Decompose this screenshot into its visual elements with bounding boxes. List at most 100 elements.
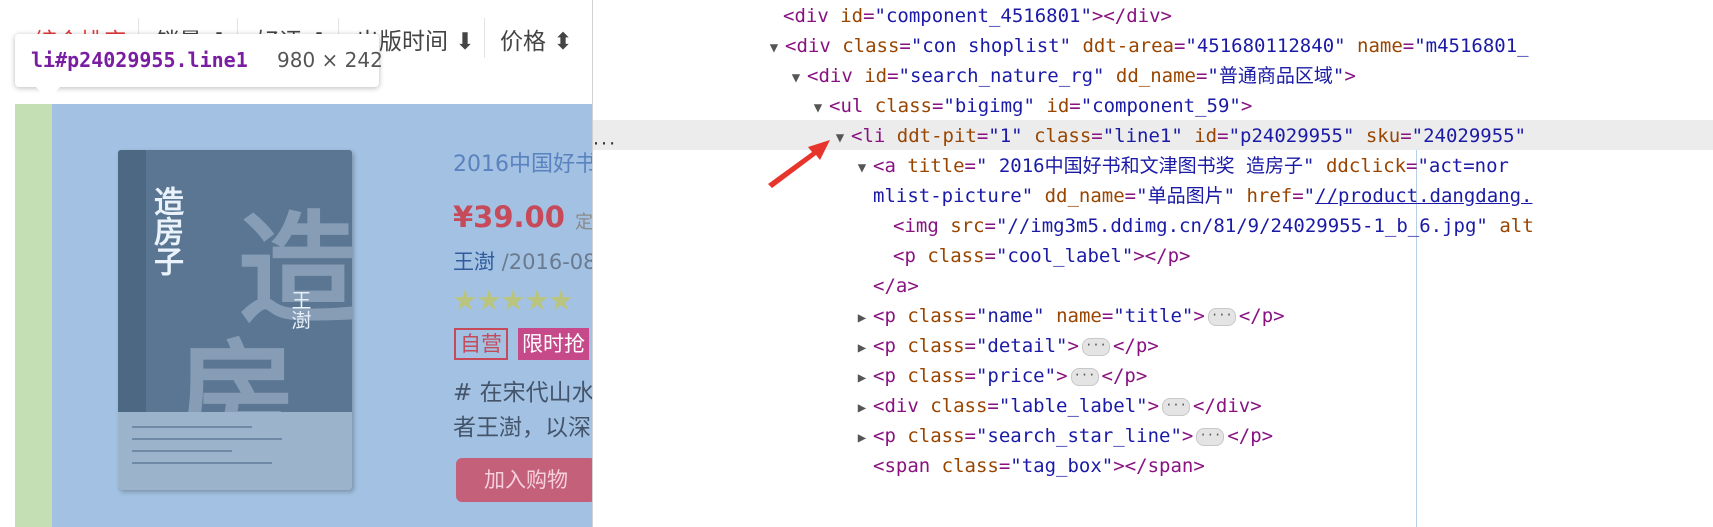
dom-token: ></div> [1091, 5, 1172, 27]
dom-token: = [1400, 125, 1412, 147]
collapsed-content-icon[interactable]: ··· [1162, 397, 1191, 416]
dom-token: <div [783, 5, 841, 27]
dom-token: <li [851, 125, 897, 147]
dom-node-line[interactable]: <div id="component_4516801"></div> [783, 1, 1172, 31]
dom-token: > [1181, 425, 1194, 447]
dom-token: class [907, 305, 965, 327]
dom-token: = [1195, 65, 1208, 87]
dom-token: ></p> [1133, 245, 1191, 267]
dom-token: = [1069, 95, 1081, 117]
dom-token: > [1056, 365, 1068, 387]
dom-token: <div [807, 65, 865, 87]
author-link[interactable]: 王澍 [453, 250, 495, 274]
dom-token: id [1046, 95, 1070, 117]
collapse-triangle-icon[interactable]: ▶ [851, 423, 873, 453]
dom-token: "title" [1113, 305, 1194, 327]
dom-token: "cool_label" [995, 245, 1134, 267]
arrow-down-icon: ⬇ [455, 29, 475, 55]
dom-token: id [864, 65, 888, 87]
dom-token: "name" [975, 305, 1057, 327]
dom-node-line[interactable]: ▼ <div id="search_nature_rg" dd_name="普通商… [785, 61, 1356, 91]
collapse-triangle-icon[interactable]: ▶ [851, 393, 873, 423]
dom-token: title [907, 155, 965, 177]
collapse-triangle-icon[interactable]: ▶ [851, 363, 873, 393]
dom-token: href [1246, 185, 1293, 207]
dom-token: = [931, 95, 944, 117]
dom-token: </p> [1227, 425, 1274, 447]
dom-node-line[interactable]: <span class="tag_box"></span> [873, 451, 1205, 481]
book-cover-image[interactable]: 造房子 王澍 造 房 [118, 150, 352, 490]
dom-token: "line1" [1102, 125, 1195, 147]
dom-node-line[interactable]: mlist-picture" dd_name="单品图片" href="//pr… [873, 181, 1532, 211]
dom-node-line[interactable]: ▶ <p class="price"> ··· </p> [851, 361, 1148, 393]
dom-token: id [840, 5, 864, 27]
dom-token: sku [1365, 125, 1401, 147]
dom-token: "lable_label" [998, 395, 1148, 417]
product-title[interactable]: 2016中国好书 [453, 146, 592, 178]
collapse-triangle-icon[interactable]: ▶ [851, 303, 873, 333]
dom-token: ddt-area [1082, 35, 1174, 57]
dom-token: "单品图片" [1136, 185, 1247, 207]
dom-token: "//img3m5.ddimg.cn/81/9/24029955-1_b_6.j… [995, 215, 1500, 237]
collapsed-content-icon[interactable]: ··· [1081, 337, 1110, 356]
dom-token: "component_59" [1080, 95, 1241, 117]
dom-token: mlist-picture" [873, 185, 1045, 207]
more-actions-icon[interactable]: ··· [593, 133, 617, 155]
dom-token: name [1357, 35, 1403, 57]
dom-token: = [964, 155, 976, 177]
dom-token: </p> [1112, 335, 1159, 357]
dom-token: " [1303, 185, 1316, 207]
dom-token: class [941, 455, 999, 477]
collapse-triangle-icon[interactable]: ▶ [851, 333, 873, 363]
dom-node-line[interactable]: <img src="//img3m5.ddimg.cn/81/9/2402995… [893, 211, 1534, 241]
dom-token: "component_4516801" [874, 5, 1092, 27]
dom-node-line[interactable]: ▼ <div class="con shoplist" ddt-area="451… [763, 31, 1529, 61]
dom-token: "act=nor [1417, 155, 1509, 177]
tooltip-selector: li#p24029955.line1 [31, 48, 248, 72]
add-to-cart-button[interactable]: 加入购物 [456, 458, 592, 502]
dom-node-line[interactable]: ▶ <div class="lable_label"> ··· </div> [851, 391, 1262, 421]
href-link[interactable]: //product.dangdang. [1315, 185, 1532, 207]
sort-price[interactable]: 价格 ⬍ [500, 22, 573, 56]
product-description: # 在宋代山水 [453, 380, 592, 406]
dom-token: <p [873, 365, 908, 387]
expand-triangle-icon[interactable]: ▼ [785, 63, 807, 93]
dom-token: = [984, 245, 996, 267]
dom-token: "detail" [975, 335, 1068, 357]
dom-token: class [1034, 125, 1092, 147]
dom-token: dd_name [1044, 185, 1125, 207]
star-icons: ★★★★★ [452, 283, 574, 317]
dom-token: class [842, 35, 900, 57]
dom-node-line[interactable]: ▼ <a title=" 2016中国好书和文津图书奖 造房子" ddclick=… [851, 151, 1509, 181]
dom-token: " 2016中国好书和文津图书奖 造房子" [975, 155, 1326, 177]
collapsed-content-icon[interactable]: ··· [1207, 307, 1236, 326]
dom-token: </div> [1193, 395, 1262, 417]
dom-token: </p> [1101, 365, 1148, 387]
dom-node-line[interactable]: ▶ <p class="search_star_line"> ··· </p> [851, 421, 1273, 451]
flash-sale-badge: 限时抢 [518, 328, 589, 360]
dom-token: class [927, 245, 985, 267]
dom-token: class [907, 335, 965, 357]
dom-token: > [1193, 305, 1205, 327]
dom-node-line[interactable]: ▼ <ul class="bigimg" id="component_59"> [807, 91, 1253, 123]
dom-token: = [1406, 155, 1418, 177]
dom-node-line[interactable]: </a> [873, 271, 919, 301]
dom-token: "bigimg" [943, 95, 1047, 117]
dom-token: class [907, 425, 965, 447]
expand-triangle-icon[interactable]: ▼ [829, 123, 851, 153]
tooltip-dimensions: 980 × 242 [277, 48, 383, 72]
expand-triangle-icon[interactable]: ▼ [851, 153, 873, 183]
collapsed-content-icon[interactable]: ··· [1196, 427, 1225, 446]
collapsed-content-icon[interactable]: ··· [1070, 367, 1099, 386]
dom-node-line[interactable]: ▶ <p class="name" name="title"> ··· </p> [851, 301, 1285, 331]
dom-token: name [1056, 305, 1102, 327]
dom-node-line[interactable]: ▼ <li ddt-pit="1" class="line1" id="p2402… [829, 121, 1526, 151]
dom-token: <p [873, 305, 908, 327]
dom-token: = [964, 335, 976, 357]
sort-price-label: 价格 [500, 29, 546, 55]
expand-triangle-icon[interactable]: ▼ [763, 33, 785, 63]
dom-node-line[interactable]: ▶ <p class="detail"> ··· </p> [851, 331, 1159, 361]
expand-triangle-icon[interactable]: ▼ [807, 93, 829, 123]
dom-token: <ul [829, 95, 875, 117]
dom-node-line[interactable]: <p class="cool_label"></p> [893, 241, 1190, 271]
